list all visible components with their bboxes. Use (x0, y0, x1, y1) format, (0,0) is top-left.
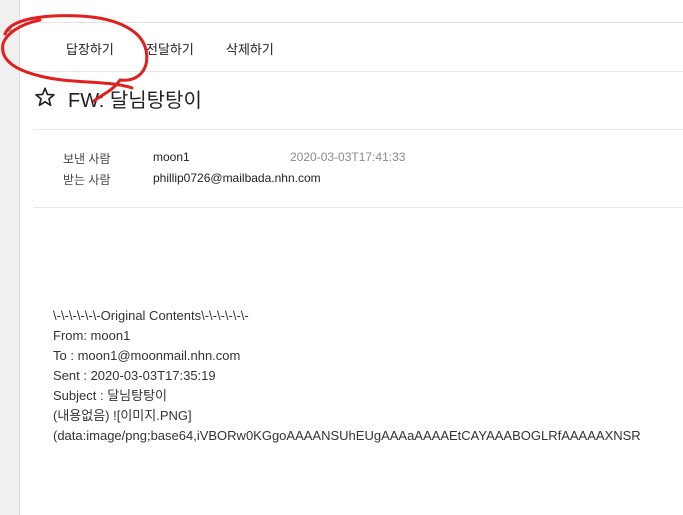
body-line: From: moon1 (53, 328, 131, 343)
message-body: \-\-\-\-\-\-Original Contents\-\-\-\-\-\… (53, 306, 683, 446)
star-outline-icon[interactable] (34, 86, 56, 108)
body-line: (내용없음) ![이미지.PNG] (53, 408, 192, 423)
scroll-up-arrow-icon[interactable] (6, 27, 14, 32)
sent-timestamp: 2020-03-03T17:41:33 (290, 150, 406, 164)
sender-value: moon1 2020-03-03T17:41:33 (153, 150, 405, 164)
delete-button[interactable]: 삭제하기 (226, 39, 274, 58)
meta-divider (34, 207, 683, 208)
recipient-label: 받는 사람 (63, 173, 111, 187)
scrollbar-gutter[interactable] (0, 0, 20, 515)
sender-label: 보낸 사람 (63, 152, 111, 166)
forward-button[interactable]: 전달하기 (146, 39, 194, 58)
message-subject: FW: 달님탕탕이 (68, 90, 202, 112)
toolbar-divider (20, 71, 683, 72)
body-line: Subject : 달님탕탕이 (53, 388, 167, 403)
subject-divider (34, 129, 683, 130)
body-line: To : moon1@moonmail.nhn.com (53, 348, 241, 363)
mail-toolbar: 답장하기 전달하기 삭제하기 (20, 23, 683, 71)
recipient-value[interactable]: phillip0726@mailbada.nhn.com (153, 171, 321, 185)
sender-name[interactable]: moon1 (153, 150, 190, 164)
body-line: (data:image/png;base64,iVBORw0KGgoAAAANS… (53, 428, 641, 443)
body-line: Sent : 2020-03-03T17:35:19 (53, 368, 216, 383)
body-line: \-\-\-\-\-\-Original Contents\-\-\-\-\-\… (53, 308, 249, 323)
reply-button[interactable]: 답장하기 (66, 39, 114, 58)
